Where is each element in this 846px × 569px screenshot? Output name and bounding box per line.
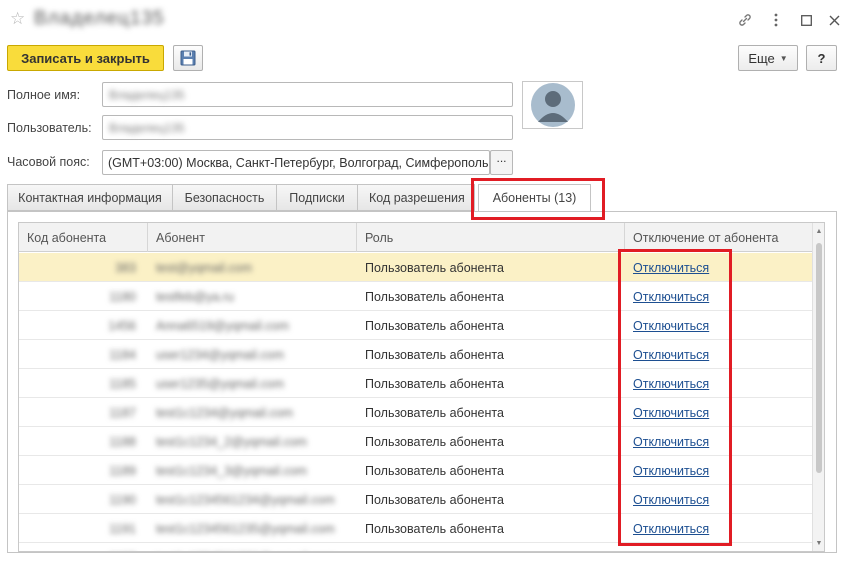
role-cell: Пользователь абонента bbox=[365, 318, 504, 333]
subscriber-code-cell: 1185 bbox=[109, 376, 136, 391]
subscriber-code-cell: 1180 bbox=[109, 289, 136, 304]
tab-label: Код разрешения bbox=[369, 190, 465, 205]
subscriber-code-cell: 1184 bbox=[109, 347, 136, 362]
user-avatar-icon bbox=[530, 83, 575, 127]
timezone-value: (GMT+03:00) Москва, Санкт-Петербург, Вол… bbox=[108, 156, 488, 170]
scrollbar-thumb[interactable] bbox=[816, 243, 822, 473]
subscriber-code-cell: 1190 bbox=[109, 492, 136, 507]
role-cell: Пользователь абонента bbox=[365, 521, 504, 536]
column-header-subscriber[interactable]: Абонент bbox=[148, 223, 357, 252]
subscriber-cell: user1234@yqmail.com bbox=[156, 347, 285, 362]
table-header: Код абонента Абонент Роль Отключение от … bbox=[19, 223, 814, 252]
full-name-label: Полное имя: bbox=[7, 88, 81, 102]
subscriber-cell: user1235@yqmail.com bbox=[156, 376, 285, 391]
avatar[interactable] bbox=[522, 81, 583, 129]
link-icon[interactable] bbox=[735, 10, 755, 30]
scroll-up-icon[interactable]: ▲ bbox=[813, 225, 824, 237]
subscriber-cell: test1c1234@yqmail.com bbox=[156, 405, 294, 420]
vertical-scrollbar[interactable]: ▲ ▼ bbox=[812, 223, 824, 551]
subscriber-cell: test1c1234561236@yqmail.com bbox=[148, 543, 357, 552]
subscriber-cell: Anna6519@yqmail.com bbox=[156, 318, 289, 333]
caret-down-icon: ▼ bbox=[779, 53, 788, 63]
subscriber-cell: test@yqmail.com bbox=[156, 260, 253, 275]
role-cell: Пользователь абонента bbox=[365, 463, 504, 478]
subscriber-cell: testfeb@ya.ru bbox=[156, 289, 235, 304]
more-vertical-icon[interactable] bbox=[766, 10, 786, 30]
tab-permission-code[interactable]: Код разрешения bbox=[357, 184, 475, 211]
subscriber-code-cell: 1456 bbox=[108, 318, 136, 333]
window-titlebar: ☆ Владелец135 bbox=[0, 0, 846, 42]
floppy-disk-icon bbox=[180, 50, 196, 66]
subscriber-code-cell: 1192 bbox=[19, 543, 148, 552]
user-label: Пользователь: bbox=[7, 121, 92, 135]
full-name-field[interactable]: Владелец135 bbox=[102, 82, 513, 107]
window-title: Владелец135 bbox=[34, 8, 165, 29]
column-header-code[interactable]: Код абонента bbox=[19, 223, 148, 252]
user-value: Владелец135 bbox=[109, 121, 185, 135]
subscriber-cell: test1c1234561235@yqmail.com bbox=[156, 521, 335, 536]
role-cell: Пользователь абонента bbox=[365, 376, 504, 391]
subscriber-cell: test1c1234_2@yqmail.com bbox=[156, 434, 307, 449]
disconnect-link[interactable]: Отключиться bbox=[633, 551, 709, 552]
timezone-select-button[interactable]: ... bbox=[490, 150, 513, 175]
timezone-field[interactable]: (GMT+03:00) Москва, Санкт-Петербург, Вол… bbox=[102, 150, 490, 175]
subscriber-cell: test1c1234561234@yqmail.com bbox=[156, 492, 335, 507]
subscriber-code-cell: 1187 bbox=[109, 405, 136, 420]
role-cell: Пользователь абонента bbox=[365, 405, 504, 420]
tab-subscriptions[interactable]: Подписки bbox=[276, 184, 358, 211]
highlight-box-subscribers-tab bbox=[471, 178, 605, 220]
column-header-disconnect[interactable]: Отключение от абонента bbox=[625, 223, 814, 252]
user-field[interactable]: Владелец135 bbox=[102, 115, 513, 140]
star-icon[interactable]: ☆ bbox=[10, 9, 25, 29]
subscriber-code-cell: 1189 bbox=[109, 463, 136, 478]
subscriber-code-cell: 383 bbox=[115, 260, 136, 275]
highlight-box-disconnect-column bbox=[618, 249, 732, 546]
role-cell: Пользователь абонента bbox=[365, 289, 504, 304]
role-cell: Пользователь абонента bbox=[365, 434, 504, 449]
tab-label: Безопасность bbox=[184, 190, 265, 205]
maximize-icon[interactable] bbox=[796, 10, 816, 30]
tab-label: Контактная информация bbox=[18, 190, 162, 205]
subscriber-code-cell: 1191 bbox=[109, 521, 136, 536]
close-icon[interactable] bbox=[824, 10, 844, 30]
save-button[interactable] bbox=[173, 45, 203, 71]
role-cell: Пользователь абонента bbox=[357, 543, 625, 552]
more-button-label: Еще bbox=[748, 50, 775, 66]
timezone-label: Часовой пояс: bbox=[7, 155, 90, 169]
tab-contact-info[interactable]: Контактная информация bbox=[7, 184, 173, 211]
scroll-down-icon[interactable]: ▼ bbox=[813, 537, 824, 549]
column-header-role[interactable]: Роль bbox=[357, 223, 625, 252]
role-cell: Пользователь абонента bbox=[365, 492, 504, 507]
subscriber-cell: test1c1234_3@yqmail.com bbox=[156, 463, 307, 478]
save-and-close-button[interactable]: Записать и закрыть bbox=[7, 45, 164, 71]
subscriber-code-cell: 1188 bbox=[109, 434, 136, 449]
role-cell: Пользователь абонента bbox=[365, 347, 504, 362]
role-cell: Пользователь абонента bbox=[365, 260, 504, 275]
help-button[interactable]: ? bbox=[806, 45, 837, 71]
tab-security[interactable]: Безопасность bbox=[172, 184, 277, 211]
more-button[interactable]: Еще ▼ bbox=[738, 45, 798, 71]
tab-label: Подписки bbox=[289, 190, 345, 205]
full-name-value: Владелец135 bbox=[109, 88, 185, 102]
